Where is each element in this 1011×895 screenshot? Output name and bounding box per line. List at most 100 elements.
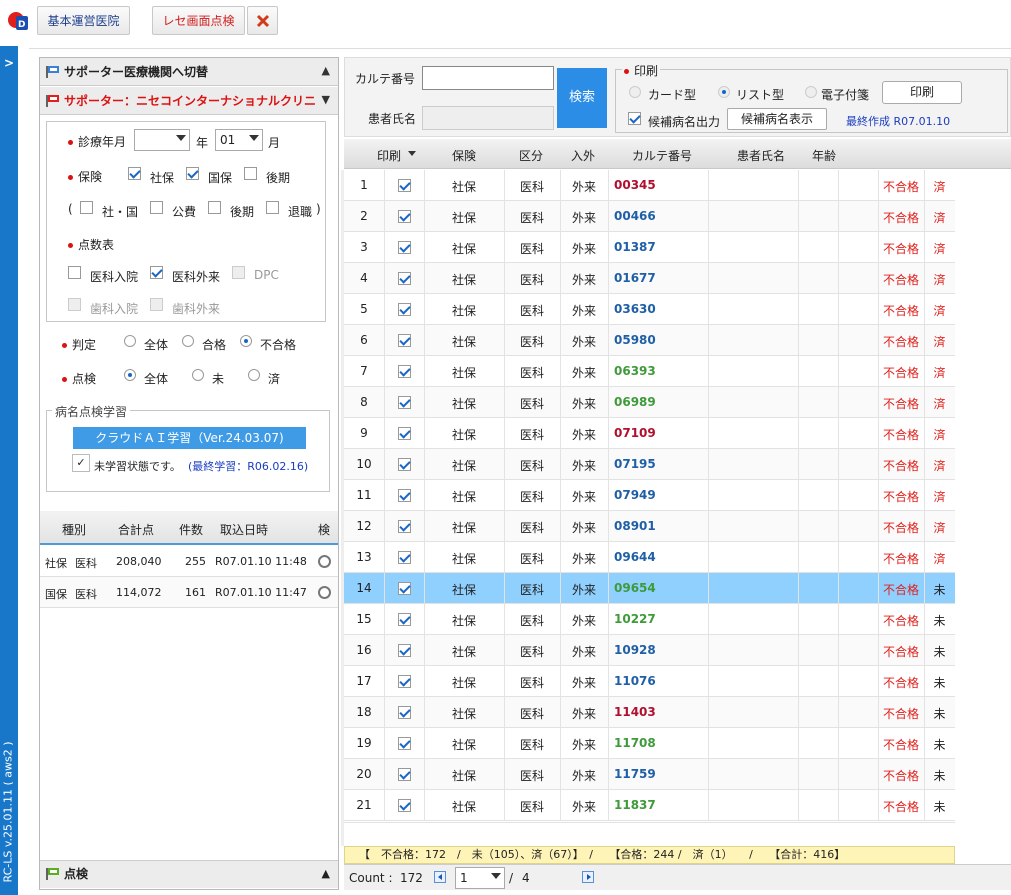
row-check-radio[interactable]: [318, 586, 331, 599]
row-print-checkbox[interactable]: [398, 272, 411, 285]
grid-row[interactable]: 12 社保 医科 外来 08901 不合格済: [344, 511, 955, 542]
month-select[interactable]: 01: [215, 129, 263, 151]
grid-row[interactable]: 2 社保 医科 外来 00466 不合格済: [344, 201, 955, 232]
candidate-show-button[interactable]: 候補病名表示: [727, 108, 827, 130]
judge-fail-radio[interactable]: [240, 335, 252, 347]
list-type-radio[interactable]: [718, 86, 730, 98]
grid-row[interactable]: 13 社保 医科 外来 09644 不合格済: [344, 542, 955, 573]
st-ika-gairai-checkbox[interactable]: [150, 266, 163, 279]
unlearned-text: 未学習状態です。: [94, 460, 181, 473]
print-button[interactable]: 印刷: [882, 81, 962, 104]
cell-divider: [838, 387, 839, 417]
check-not-radio[interactable]: [192, 369, 204, 381]
required-dot: [624, 69, 629, 74]
candidate-output-checkbox[interactable]: [628, 112, 641, 125]
chevron-up-icon[interactable]: ▲: [322, 64, 330, 77]
summary-table-row[interactable]: 社保 医科 208,040 255 R07.01.10 11:48: [40, 546, 338, 577]
row-print-checkbox[interactable]: [398, 334, 411, 347]
row-print-checkbox[interactable]: [398, 427, 411, 440]
grid-row[interactable]: 3 社保 医科 外来 01387 不合格済: [344, 232, 955, 263]
grid-row[interactable]: 11 社保 医科 外来 07949 不合格済: [344, 480, 955, 511]
year-select[interactable]: [134, 129, 190, 151]
col-print[interactable]: 印刷: [377, 147, 401, 164]
next-page-icon[interactable]: [582, 871, 594, 883]
ins-kouki-checkbox[interactable]: [244, 167, 257, 180]
row-type1: 国保: [45, 588, 67, 601]
grid-row[interactable]: 8 社保 医科 外来 06989 不合格済: [344, 387, 955, 418]
karte-input[interactable]: [422, 66, 554, 90]
st-shika-gairai-checkbox[interactable]: [150, 298, 163, 311]
expand-chevron-icon[interactable]: >: [4, 56, 14, 70]
sub-taishoku-checkbox[interactable]: [266, 201, 279, 214]
row-print-checkbox[interactable]: [398, 489, 411, 502]
sub-kouki-checkbox[interactable]: [208, 201, 221, 214]
rece-check-button[interactable]: レセ画面点検: [152, 6, 245, 35]
row-print-checkbox[interactable]: [398, 706, 411, 719]
row-print-checkbox[interactable]: [398, 551, 411, 564]
grid-row[interactable]: 7 社保 医科 外来 06393 不合格済: [344, 356, 955, 387]
summary-table-row[interactable]: 国保 医科 114,072 161 R07.01.10 11:47: [40, 577, 338, 608]
grid-row[interactable]: 20 社保 医科 外来 11759 不合格未: [344, 759, 955, 790]
row-print-checkbox[interactable]: [398, 644, 411, 657]
chevron-up-icon[interactable]: ▲: [322, 861, 330, 887]
row-print-checkbox[interactable]: [398, 210, 411, 223]
chevron-down-icon[interactable]: ▼: [322, 93, 330, 106]
row-print-checkbox[interactable]: [398, 365, 411, 378]
row-print-checkbox[interactable]: [398, 613, 411, 626]
cell-kubun: 医科: [519, 676, 544, 690]
grid-row[interactable]: 17 社保 医科 外来 11076 不合格未: [344, 666, 955, 697]
grid-row[interactable]: 4 社保 医科 外来 01677 不合格済: [344, 263, 955, 294]
row-print-checkbox[interactable]: [398, 458, 411, 471]
check-all-radio[interactable]: [124, 369, 136, 381]
search-button[interactable]: 検索: [557, 68, 607, 128]
row-print-checkbox[interactable]: [398, 582, 411, 595]
sort-desc-icon[interactable]: [408, 151, 416, 156]
grid-row[interactable]: 21 社保 医科 外来 11837 不合格未: [344, 790, 955, 821]
row-print-checkbox[interactable]: [398, 675, 411, 688]
patient-input[interactable]: [422, 106, 554, 130]
grid-row[interactable]: 14 社保 医科 外来 09654 不合格未: [344, 573, 955, 604]
judge-pass-radio[interactable]: [182, 335, 194, 347]
switch-supporter-header[interactable]: サポーター医療機関へ切替 ▲: [40, 58, 338, 86]
ins-shaho-label: 社保: [150, 171, 175, 185]
row-check-radio[interactable]: [318, 555, 331, 568]
row-print-checkbox[interactable]: [398, 179, 411, 192]
grid-row[interactable]: 5 社保 医科 外来 03630 不合格済: [344, 294, 955, 325]
row-print-checkbox[interactable]: [398, 737, 411, 750]
grid-row[interactable]: 16 社保 医科 外来 10928 不合格未: [344, 635, 955, 666]
cell-judge: 不合格: [882, 707, 919, 721]
page-select[interactable]: 1: [455, 867, 505, 889]
grid-row[interactable]: 10 社保 医科 外来 07195 不合格済: [344, 449, 955, 480]
sticky-type-radio[interactable]: [805, 86, 817, 98]
row-print-checkbox[interactable]: [398, 520, 411, 533]
close-button[interactable]: [247, 6, 278, 35]
row-print-checkbox[interactable]: [398, 396, 411, 409]
supporter-header[interactable]: サポーター：ニセコインターナショナルクリニ ▼: [40, 87, 338, 115]
ins-kokuho-checkbox[interactable]: [186, 167, 199, 180]
st-dpc-checkbox[interactable]: [232, 266, 245, 279]
ai-learning-button[interactable]: クラウドＡＩ学習（Ver.24.03.07): [73, 427, 306, 449]
clinic-button[interactable]: 基本運営医院: [37, 6, 130, 35]
row-print-checkbox[interactable]: [398, 303, 411, 316]
check-accordion[interactable]: 点検 ▲: [40, 860, 338, 888]
prev-page-icon[interactable]: [434, 871, 446, 883]
row-print-checkbox[interactable]: [398, 241, 411, 254]
grid-row[interactable]: 18 社保 医科 外来 11403 不合格未: [344, 697, 955, 728]
st-shika-nyuin-checkbox[interactable]: [68, 298, 81, 311]
sub-kouhi-checkbox[interactable]: [150, 201, 163, 214]
ins-shaho-checkbox[interactable]: [128, 167, 141, 180]
grid-row[interactable]: 6 社保 医科 外来 05980 不合格済: [344, 325, 955, 356]
grid-row[interactable]: 9 社保 医科 外来 07109 不合格済: [344, 418, 955, 449]
summary-table-header: 種別 合計点 件数 取込日時 検: [40, 511, 338, 545]
grid-row[interactable]: 19 社保 医科 外来 11708 不合格未: [344, 728, 955, 759]
row-print-checkbox[interactable]: [398, 799, 411, 812]
sub-shaho-kokuho-checkbox[interactable]: [80, 201, 93, 214]
card-type-radio[interactable]: [629, 86, 641, 98]
row-print-checkbox[interactable]: [398, 768, 411, 781]
st-ika-nyuin-checkbox[interactable]: [68, 266, 81, 279]
judge-all-radio[interactable]: [124, 335, 136, 347]
check-done-radio[interactable]: [248, 369, 260, 381]
grid-row[interactable]: 15 社保 医科 外来 10227 不合格未: [344, 604, 955, 635]
grid-row[interactable]: 1 社保 医科 外来 00345 不合格済: [344, 170, 955, 201]
col-io: 入外: [571, 149, 596, 163]
